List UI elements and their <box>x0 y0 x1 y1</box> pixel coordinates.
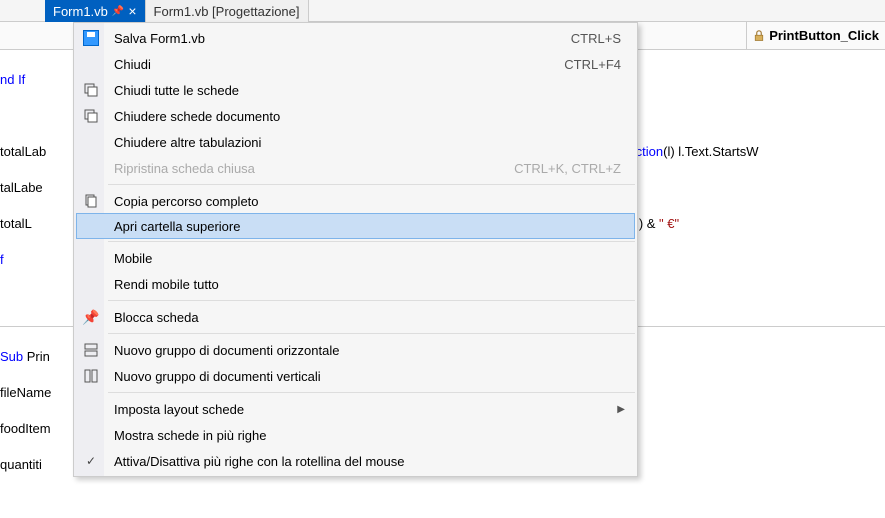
menu-wheel-toggle[interactable]: ✓ Attiva/Disattiva più righe con la rote… <box>76 448 635 474</box>
close-all-icon <box>76 82 106 98</box>
tab-label: Form1.vb [Progettazione] <box>154 4 300 19</box>
menu-label: Chiudi <box>106 57 564 72</box>
code-text: nd If <box>0 72 25 87</box>
menu-label: Chiudi tutte le schede <box>106 83 635 98</box>
menu-separator <box>108 241 635 242</box>
code-text: quantiti <box>0 457 42 472</box>
code-text: foodItem <box>0 421 51 436</box>
code-text: totalLab <box>0 144 46 159</box>
code-text: f <box>0 252 4 267</box>
menu-close-all[interactable]: Chiudi tutte le schede <box>76 77 635 103</box>
menu-mobile[interactable]: Mobile <box>76 245 635 271</box>
menu-label: Apri cartella superiore <box>106 219 634 234</box>
menu-label: Mostra schede in più righe <box>106 428 635 443</box>
menu-label: Salva Form1.vb <box>106 31 571 46</box>
menu-label: Ripristina scheda chiusa <box>106 161 514 176</box>
close-icon[interactable]: × <box>128 4 136 18</box>
menu-restore-tab: Ripristina scheda chiusa CTRL+K, CTRL+Z <box>76 155 635 181</box>
menu-label: Chiudere altre tabulazioni <box>106 135 635 150</box>
menu-shortcut: CTRL+F4 <box>564 57 635 72</box>
menu-pin-tab[interactable]: 📌 Blocca scheda <box>76 304 635 330</box>
menu-label: Rendi mobile tutto <box>106 277 635 292</box>
menu-shortcut: CTRL+S <box>571 31 635 46</box>
menu-separator <box>108 392 635 393</box>
code-text: Sub <box>0 349 23 364</box>
code-text: (l) l.Text.StartsW <box>663 144 758 159</box>
menu-separator <box>108 300 635 301</box>
tab-form1-design[interactable]: Form1.vb [Progettazione] <box>146 0 309 22</box>
tab-bar: Form1.vb 📌 × Form1.vb [Progettazione] <box>0 0 885 22</box>
menu-close-other[interactable]: Chiudere altre tabulazioni <box>76 129 635 155</box>
menu-new-vgroup[interactable]: Nuovo gruppo di documenti verticali <box>76 363 635 389</box>
code-text: " €" <box>659 216 679 231</box>
menu-shortcut: CTRL+K, CTRL+Z <box>514 161 635 176</box>
menu-mobile-all[interactable]: Rendi mobile tutto <box>76 271 635 297</box>
menu-new-hgroup[interactable]: Nuovo gruppo di documenti orizzontale <box>76 337 635 363</box>
hgroup-icon <box>76 342 106 358</box>
menu-layout[interactable]: Imposta layout schede ▶ <box>76 396 635 422</box>
method-selector[interactable]: PrintButton_Click <box>746 22 885 49</box>
check-icon: ✓ <box>76 454 106 468</box>
vgroup-icon <box>76 368 106 384</box>
code-text: Prin <box>23 349 50 364</box>
menu-separator <box>108 333 635 334</box>
menu-multiline[interactable]: Mostra schede in più righe <box>76 422 635 448</box>
method-name: PrintButton_Click <box>769 28 879 43</box>
menu-label: Copia percorso completo <box>106 194 635 209</box>
code-text: fileName <box>0 385 51 400</box>
menu-label: Nuovo gruppo di documenti verticali <box>106 369 635 384</box>
submenu-arrow-icon: ▶ <box>617 404 625 415</box>
tab-form1-vb[interactable]: Form1.vb 📌 × <box>45 0 146 22</box>
menu-label: Nuovo gruppo di documenti orizzontale <box>106 343 635 358</box>
pin-icon[interactable]: 📌 <box>112 6 124 17</box>
code-text: talLabe <box>0 180 43 195</box>
code-text: totalL <box>0 216 32 231</box>
close-docs-icon <box>76 108 106 124</box>
menu-close[interactable]: Chiudi CTRL+F4 <box>76 51 635 77</box>
menu-copy-path[interactable]: Copia percorso completo <box>76 188 635 214</box>
tab-label: Form1.vb <box>53 4 108 19</box>
menu-label: Chiudere schede documento <box>106 109 635 124</box>
method-icon <box>753 30 765 42</box>
menu-open-folder[interactable]: Apri cartella superiore <box>76 213 635 239</box>
code-text: ) & <box>639 216 659 231</box>
menu-close-docs[interactable]: Chiudere schede documento <box>76 103 635 129</box>
menu-label: Imposta layout schede <box>106 402 635 417</box>
copy-icon <box>76 193 106 209</box>
save-icon <box>76 30 106 46</box>
pin-icon: 📌 <box>76 309 106 326</box>
menu-save[interactable]: Salva Form1.vb CTRL+S <box>76 25 635 51</box>
menu-label: Mobile <box>106 251 635 266</box>
menu-label: Attiva/Disattiva più righe con la rotell… <box>106 454 635 469</box>
tab-context-menu: Salva Form1.vb CTRL+S Chiudi CTRL+F4 Chi… <box>73 22 638 477</box>
menu-label: Blocca scheda <box>106 310 635 325</box>
menu-separator <box>108 184 635 185</box>
